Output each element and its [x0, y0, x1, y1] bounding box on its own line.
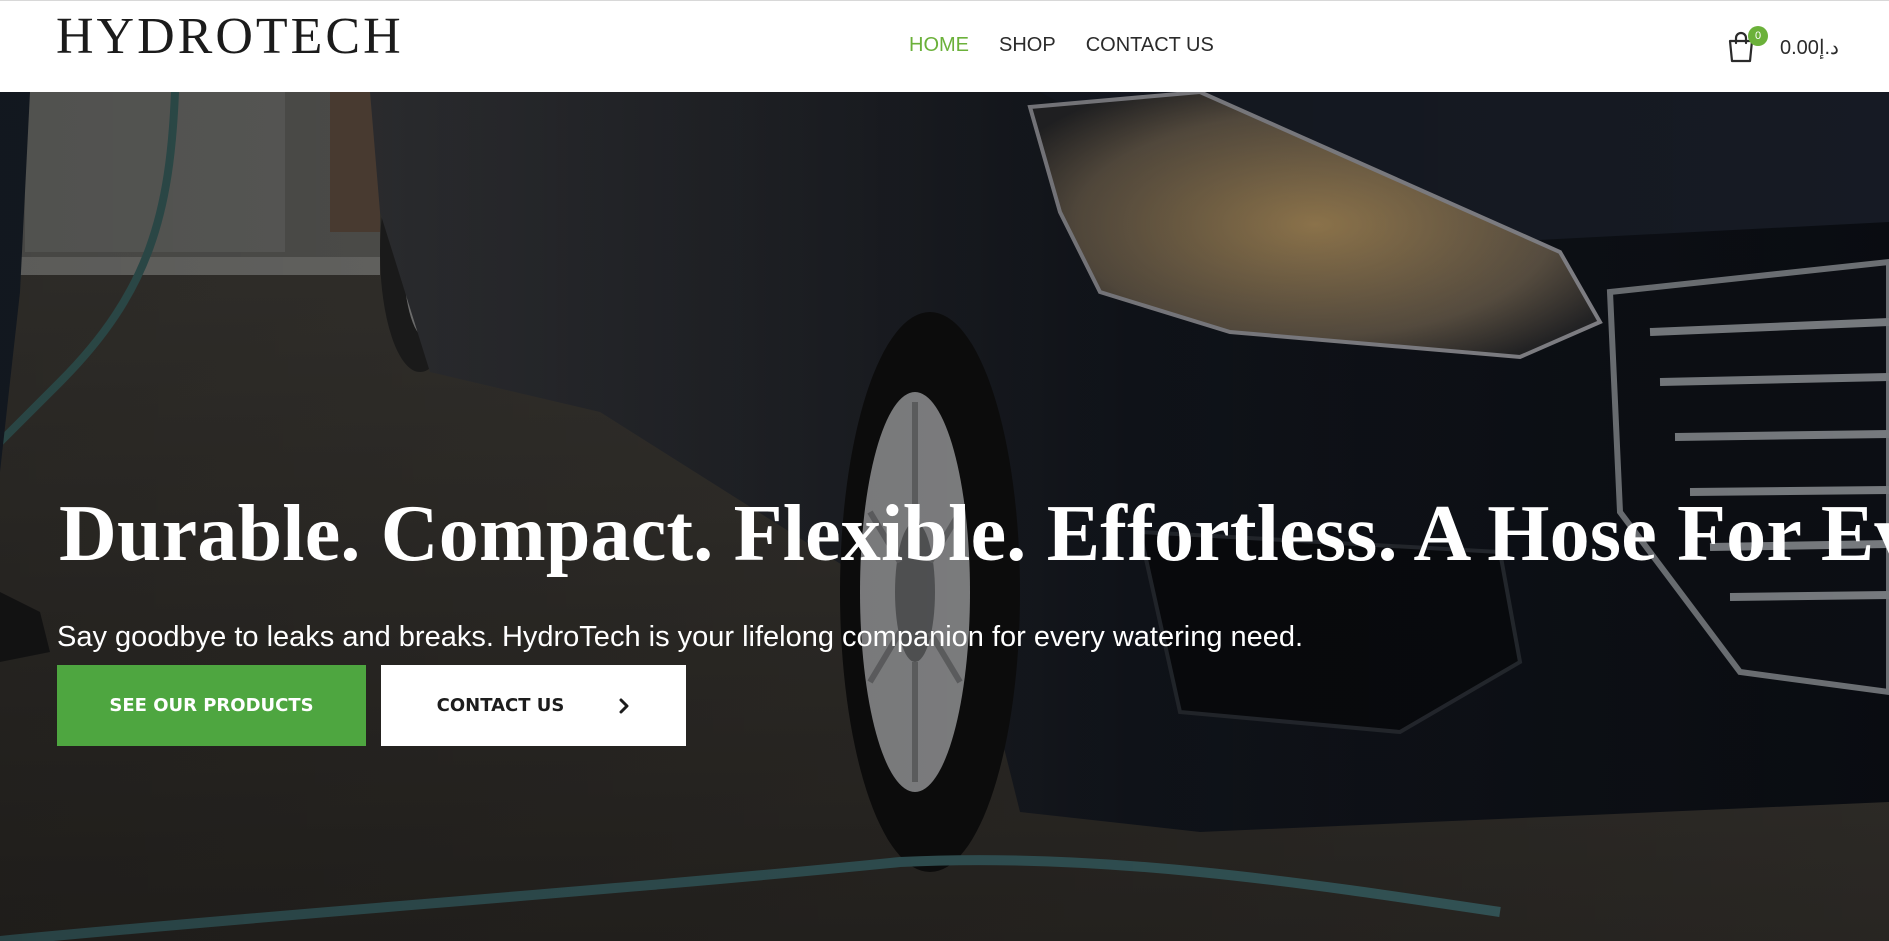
chevron-right-icon — [619, 698, 629, 713]
page: HYDROTECH HOME SHOP CONTACT US 0 0.00د.إ — [0, 0, 1889, 941]
main-nav: HOME SHOP CONTACT US — [909, 33, 1214, 57]
nav-item-contact-us[interactable]: CONTACT US — [1086, 33, 1214, 57]
hero-title: Durable. Compact. Flexible. Effortless. … — [59, 489, 1889, 578]
cart-button[interactable]: 0 0.00د.إ — [1726, 23, 1846, 71]
contact-us-label: CONTACT US — [436, 695, 565, 716]
site-logo[interactable]: HYDROTECH — [56, 11, 404, 63]
cart-count-badge: 0 — [1748, 26, 1768, 46]
see-our-products-label: SEE OUR PRODUCTS — [109, 695, 314, 716]
contact-us-button[interactable]: CONTACT US — [381, 665, 686, 746]
nav-item-home[interactable]: HOME — [909, 33, 969, 57]
nav-item-shop[interactable]: SHOP — [999, 33, 1056, 57]
hero-section: Durable. Compact. Flexible. Effortless. … — [0, 92, 1889, 941]
see-our-products-button[interactable]: SEE OUR PRODUCTS — [57, 665, 366, 746]
hero-subtitle: Say goodbye to leaks and breaks. HydroTe… — [57, 621, 1304, 653]
site-header: HYDROTECH HOME SHOP CONTACT US 0 0.00د.إ — [0, 0, 1889, 92]
cart-total: 0.00د.إ — [1780, 37, 1839, 59]
